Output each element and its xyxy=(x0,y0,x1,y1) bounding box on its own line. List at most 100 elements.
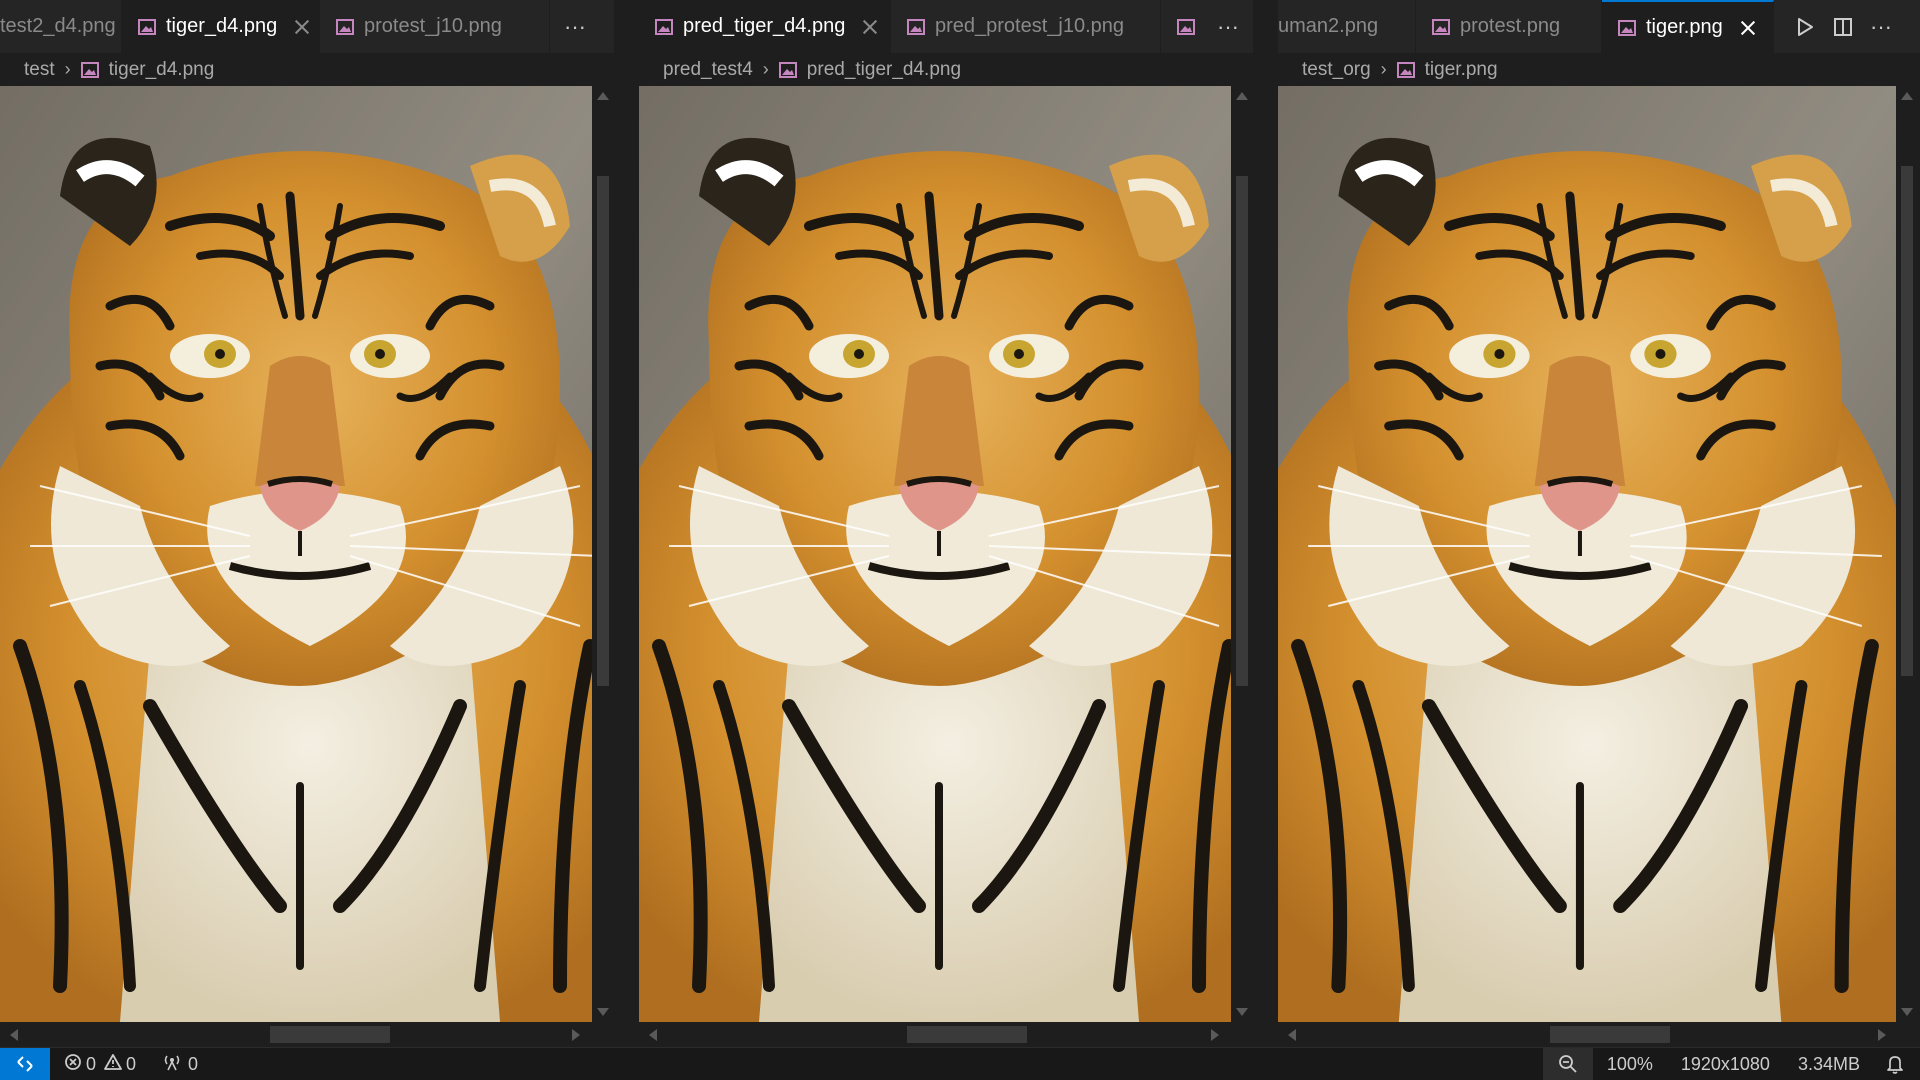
horizontal-scrollbar[interactable] xyxy=(0,1022,614,1047)
image-file-icon xyxy=(655,18,673,35)
chevron-right-icon: › xyxy=(762,59,769,79)
tab-label: protest.png xyxy=(1460,15,1561,37)
image-preview[interactable] xyxy=(1278,86,1896,1022)
zoom-level[interactable]: 100% xyxy=(1593,1048,1667,1080)
zoom-out-icon[interactable] xyxy=(1542,1047,1593,1080)
scroll-thumb[interactable] xyxy=(597,176,609,686)
editor-group-1: test2_d4.png tiger_d4.png protest_j10.pn… xyxy=(0,0,614,1047)
image-file-icon xyxy=(80,61,99,78)
pane-divider[interactable] xyxy=(1253,0,1278,1047)
scroll-thumb[interactable] xyxy=(1901,166,1913,676)
tab-label: pred_tiger_d4.png xyxy=(683,15,846,37)
ellipsis-icon[interactable]: ··· xyxy=(1862,8,1900,46)
tab-label: uman2.png xyxy=(1278,15,1379,37)
editor-group-2: pred_tiger_d4.png pred_protest_j10.png p… xyxy=(639,0,1253,1047)
breadcrumb-file[interactable]: tiger_d4.png xyxy=(109,59,215,81)
warning-icon xyxy=(104,1053,122,1076)
image-preview[interactable] xyxy=(0,86,614,1022)
image-file-icon xyxy=(1396,61,1415,78)
close-icon[interactable] xyxy=(291,16,313,38)
tab-tiger[interactable]: tiger.png xyxy=(1602,0,1774,53)
tab-bar: pred_tiger_d4.png pred_protest_j10.png p… xyxy=(639,0,1253,53)
ports-count: 0 xyxy=(188,1053,199,1074)
file-size: 3.34MB xyxy=(1797,1053,1860,1074)
ports-indicator[interactable]: 0 xyxy=(156,1048,204,1080)
scroll-thumb[interactable] xyxy=(1236,176,1248,686)
horizontal-scrollbar[interactable] xyxy=(1278,1022,1920,1047)
tab-test2-d4[interactable]: test2_d4.png xyxy=(0,0,122,53)
image-preview[interactable] xyxy=(639,86,1253,1022)
scroll-down-icon[interactable] xyxy=(1901,1008,1913,1016)
image-file-icon xyxy=(138,18,156,35)
tab-pred-tiger-d4[interactable]: pred_tiger_d4.png xyxy=(639,0,891,53)
chevron-right-icon: › xyxy=(1380,59,1387,79)
vertical-scrollbar[interactable] xyxy=(592,86,614,1022)
breadcrumb-folder[interactable]: test xyxy=(24,59,55,81)
tab-tiger-d4[interactable]: tiger_d4.png xyxy=(122,0,320,53)
status-right: 100% 1920x1080 3.34MB xyxy=(1542,1047,1920,1080)
breadcrumb-file[interactable]: tiger.png xyxy=(1425,59,1498,81)
image-file-icon xyxy=(1432,18,1450,35)
tab-label: pred_protest_j10.png xyxy=(935,15,1125,37)
error-count: 0 xyxy=(86,1053,97,1074)
scroll-left-icon[interactable] xyxy=(1288,1029,1296,1041)
image-file-icon xyxy=(336,18,354,35)
vertical-scrollbar[interactable] xyxy=(1231,86,1253,1022)
breadcrumb: pred_test4 › pred_tiger_d4.png xyxy=(639,53,1253,86)
scroll-thumb[interactable] xyxy=(907,1026,1027,1043)
tab-label: tiger.png xyxy=(1646,16,1723,38)
horizontal-scrollbar[interactable] xyxy=(639,1022,1253,1047)
error-icon xyxy=(64,1053,82,1076)
scroll-thumb[interactable] xyxy=(270,1026,390,1043)
close-icon[interactable] xyxy=(1737,17,1759,39)
split-editor-icon[interactable] xyxy=(1824,8,1862,46)
image-file-icon xyxy=(1618,19,1636,36)
tab-label: test2_d4.png xyxy=(0,15,116,37)
vertical-scrollbar[interactable] xyxy=(1896,86,1920,1022)
problems-indicator[interactable]: 0 0 xyxy=(58,1048,142,1080)
scroll-thumb[interactable] xyxy=(1550,1026,1670,1043)
tab-actions: ··· xyxy=(1780,0,1920,53)
tab-label: protest_j10.png xyxy=(364,15,502,37)
image-file-icon xyxy=(778,61,797,78)
scroll-up-icon[interactable] xyxy=(1901,92,1913,100)
close-icon[interactable] xyxy=(859,16,881,38)
remote-icon[interactable] xyxy=(0,1047,50,1080)
tab-pred-protest-j10[interactable]: pred_protest_j10.png xyxy=(891,0,1161,53)
scroll-up-icon[interactable] xyxy=(597,92,609,100)
breadcrumb: test › tiger_d4.png xyxy=(0,53,614,86)
tab-label: tiger_d4.png xyxy=(166,15,278,37)
scroll-down-icon[interactable] xyxy=(597,1008,609,1016)
play-icon[interactable] xyxy=(1786,8,1824,46)
scroll-right-icon[interactable] xyxy=(572,1029,580,1041)
status-bar: 0 0 0 100% 1920x1080 3.34MB xyxy=(0,1047,1920,1080)
tab-actions: ··· xyxy=(550,0,614,53)
image-file-icon xyxy=(1177,18,1195,35)
breadcrumb-file[interactable]: pred_tiger_d4.png xyxy=(807,59,961,81)
tab-actions: ··· xyxy=(1203,0,1253,53)
tab-human2[interactable]: uman2.png xyxy=(1278,0,1416,53)
pane-divider[interactable] xyxy=(614,0,639,1047)
chevron-right-icon: › xyxy=(64,59,71,79)
breadcrumb-folder[interactable]: test_org xyxy=(1302,59,1371,81)
tab-bar: uman2.png protest.png tiger.png ··· xyxy=(1278,0,1920,53)
scroll-left-icon[interactable] xyxy=(649,1029,657,1041)
broadcast-icon xyxy=(162,1053,182,1076)
tab-bar: test2_d4.png tiger_d4.png protest_j10.pn… xyxy=(0,0,614,53)
warning-count: 0 xyxy=(126,1053,137,1074)
image-file-icon xyxy=(907,18,925,35)
ellipsis-icon[interactable]: ··· xyxy=(1209,8,1247,46)
image-dimensions: 1920x1080 xyxy=(1680,1053,1770,1074)
breadcrumb-folder[interactable]: pred_test4 xyxy=(663,59,753,81)
bell-icon[interactable] xyxy=(1874,1048,1920,1080)
breadcrumb: test_org › tiger.png xyxy=(1278,53,1920,86)
scroll-up-icon[interactable] xyxy=(1236,92,1248,100)
scroll-right-icon[interactable] xyxy=(1211,1029,1219,1041)
ellipsis-icon[interactable]: ··· xyxy=(556,8,594,46)
tab-protest[interactable]: protest.png xyxy=(1416,0,1602,53)
scroll-right-icon[interactable] xyxy=(1878,1029,1886,1041)
editor-group-3: uman2.png protest.png tiger.png ··· test… xyxy=(1278,0,1920,1047)
tab-protest-j10[interactable]: protest_j10.png xyxy=(320,0,550,53)
scroll-left-icon[interactable] xyxy=(10,1029,18,1041)
scroll-down-icon[interactable] xyxy=(1236,1008,1248,1016)
